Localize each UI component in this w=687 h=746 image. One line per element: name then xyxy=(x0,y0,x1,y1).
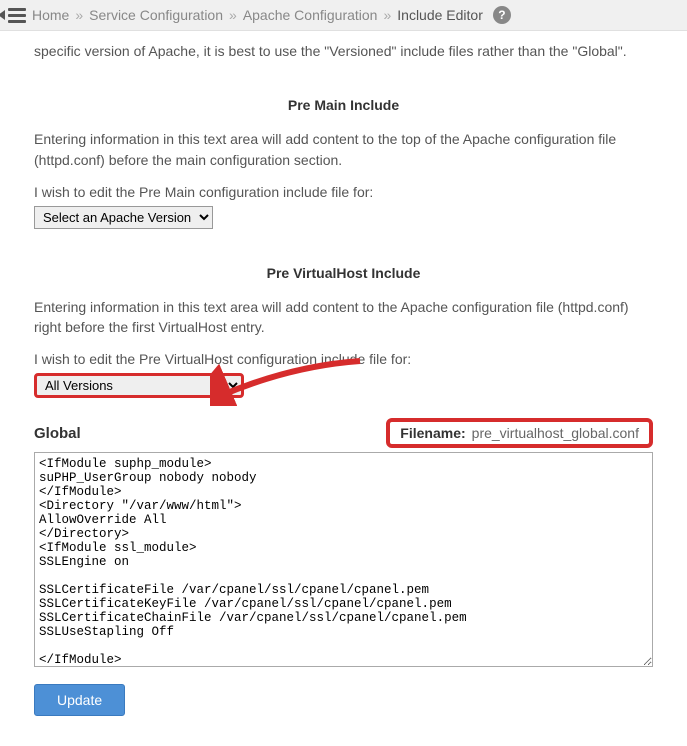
top-bar: Home » Service Configuration » Apache Co… xyxy=(0,0,687,31)
breadcrumb-apache-config[interactable]: Apache Configuration xyxy=(243,7,378,23)
file-info-row: Global Filename: pre_virtualhost_global.… xyxy=(34,418,653,448)
breadcrumb: Home » Service Configuration » Apache Co… xyxy=(32,6,511,24)
breadcrumb-service-config[interactable]: Service Configuration xyxy=(89,7,223,23)
prevhost-version-select[interactable]: All Versions xyxy=(34,373,244,398)
premain-version-select[interactable]: Select an Apache Version xyxy=(34,206,213,229)
breadcrumb-sep: » xyxy=(383,7,391,23)
update-button[interactable]: Update xyxy=(34,684,125,716)
breadcrumb-sep: » xyxy=(75,7,83,23)
premain-desc: Entering information in this text area w… xyxy=(34,129,653,170)
menu-toggle-icon[interactable] xyxy=(8,8,26,23)
main-content: specific version of Apache, it is best t… xyxy=(0,41,687,746)
prevhost-title: Pre VirtualHost Include xyxy=(34,265,653,281)
intro-text: specific version of Apache, it is best t… xyxy=(34,41,653,61)
file-heading: Global xyxy=(34,425,81,442)
breadcrumb-home[interactable]: Home xyxy=(32,7,69,23)
premain-title: Pre Main Include xyxy=(34,97,653,113)
breadcrumb-current: Include Editor xyxy=(397,7,483,23)
help-icon[interactable]: ? xyxy=(493,6,511,24)
prevhost-config-textarea[interactable] xyxy=(34,452,653,667)
premain-label: I wish to edit the Pre Main configuratio… xyxy=(34,184,653,200)
prevhost-desc: Entering information in this text area w… xyxy=(34,297,653,338)
filename-value: pre_virtualhost_global.conf xyxy=(472,425,639,441)
breadcrumb-sep: » xyxy=(229,7,237,23)
filename-label: Filename: xyxy=(400,425,465,441)
prevhost-label: I wish to edit the Pre VirtualHost confi… xyxy=(34,351,653,367)
filename-box: Filename: pre_virtualhost_global.conf xyxy=(386,418,653,448)
